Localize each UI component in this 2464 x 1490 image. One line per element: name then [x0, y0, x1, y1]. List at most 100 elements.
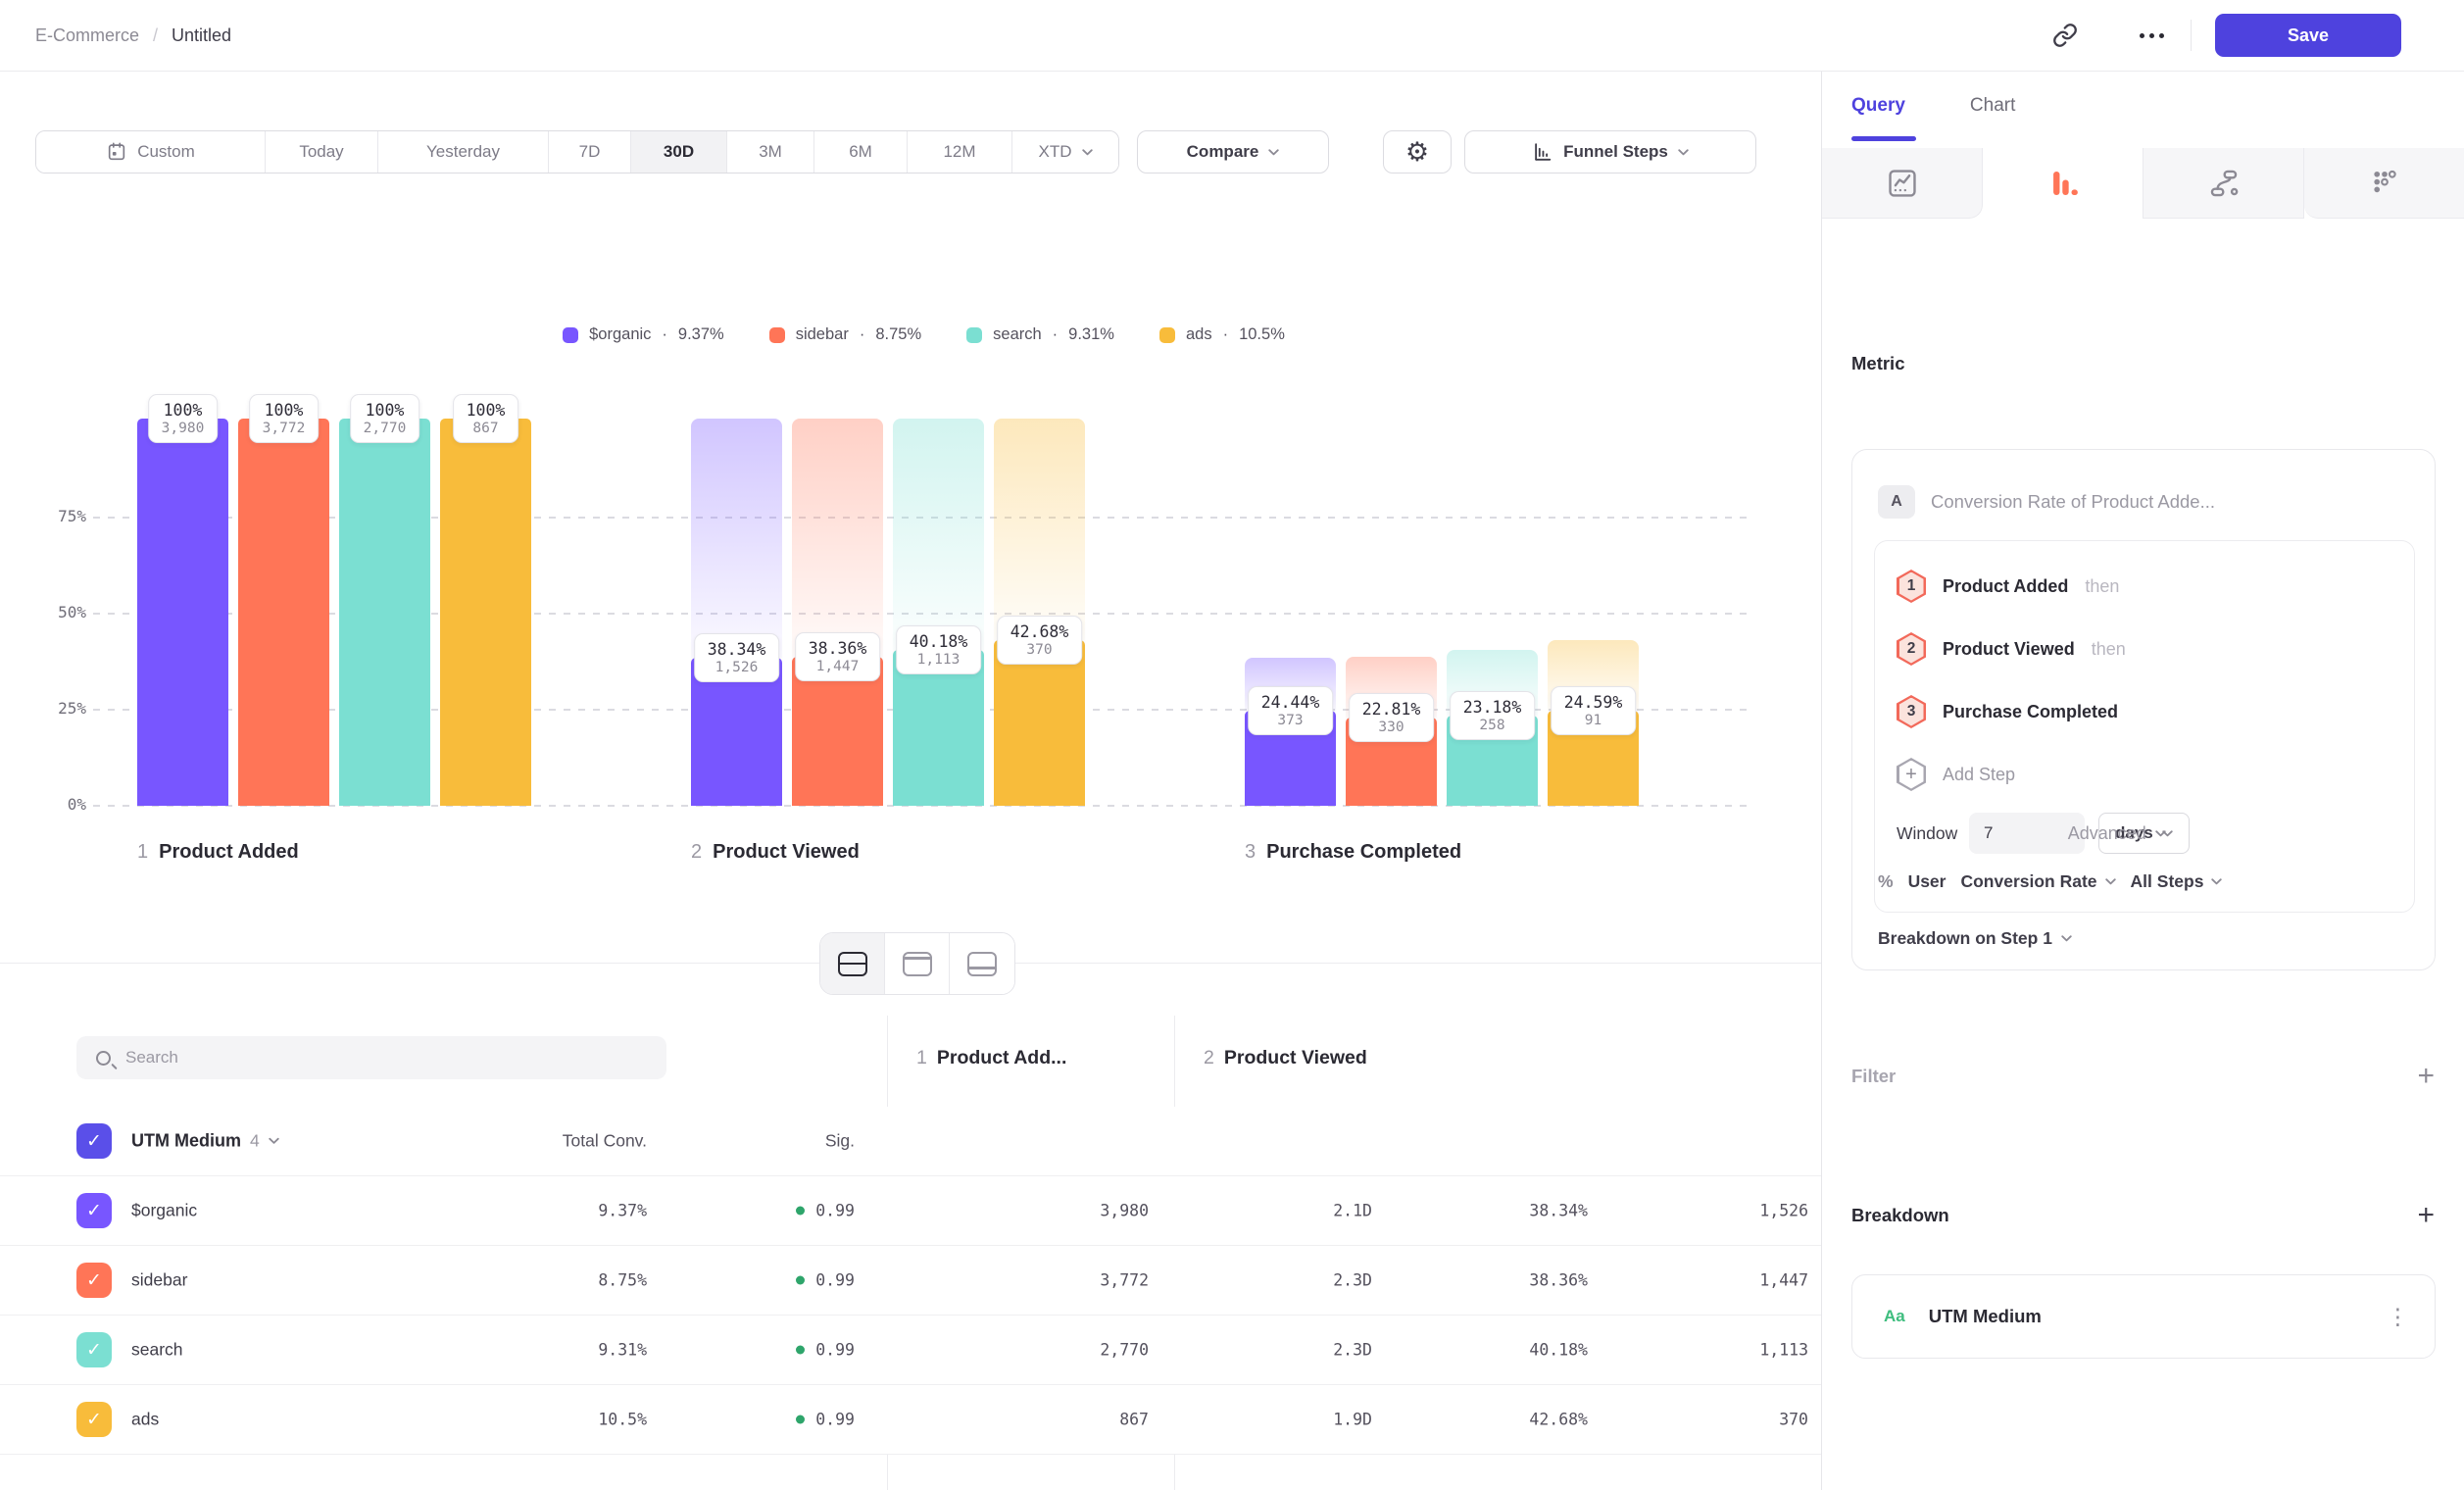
row-checkbox[interactable]: ✓ [76, 1402, 112, 1437]
table-row: ✓$organic9.37%0.993,9802.1D38.34%1,526 [0, 1176, 1821, 1246]
layout-split-button[interactable] [820, 933, 885, 994]
breakdown-on-step-select[interactable]: Breakdown on Step 1 [1878, 928, 2072, 949]
window-label: Window [1897, 823, 1969, 844]
breakdown-item-utm-medium[interactable]: Aa UTM Medium ⋮ [1851, 1274, 2436, 1359]
breadcrumb-project[interactable]: E-Commerce [35, 25, 139, 46]
add-step-button[interactable]: + Add Step [1897, 756, 2015, 793]
analysis-type-tabs [1822, 148, 2464, 219]
step1-count-cell: 3,980 [1100, 1202, 1149, 1220]
date-range-30d[interactable]: 30D [631, 131, 727, 173]
funnel-bar[interactable] [238, 419, 329, 806]
add-filter-button[interactable]: + [2417, 1062, 2435, 1091]
step-label-2: 2Product Viewed [691, 841, 860, 864]
sig-column-header[interactable]: Sig. [825, 1131, 855, 1152]
check-icon: ✓ [86, 1200, 102, 1221]
date-range-7d[interactable]: 7D [549, 131, 631, 173]
legend-item-ads[interactable]: ads·10.5% [1159, 325, 1285, 344]
tab-query[interactable]: Query [1851, 95, 1905, 117]
legend-item-sidebar[interactable]: sidebar·8.75% [769, 325, 921, 344]
retention-icon [2368, 167, 2401, 200]
chart-type-selector[interactable]: Funnel Steps [1464, 130, 1756, 174]
chart-settings-button[interactable]: ⚙ [1383, 130, 1452, 174]
date-range-yesterday[interactable]: Yesterday [378, 131, 549, 173]
select-all-checkbox[interactable]: ✓ [76, 1123, 112, 1159]
step2-conv-cell: 40.18% [1529, 1341, 1588, 1360]
bar-value-label: 23.18%258 [1450, 691, 1536, 740]
table-view-icon [967, 952, 997, 976]
group-by-control[interactable]: UTM Medium 4 [131, 1131, 279, 1152]
metric-letter-badge: A [1878, 485, 1915, 519]
step2-conv-cell: 42.68% [1529, 1411, 1588, 1429]
copy-link-button[interactable] [2044, 14, 2087, 57]
funnel-step-row-2[interactable]: 2 Product Viewed then [1897, 630, 2126, 668]
sig-dot-icon [796, 1207, 805, 1216]
check-icon: ✓ [86, 1269, 102, 1291]
layout-chart-only-button[interactable] [885, 933, 950, 994]
date-range-xtd[interactable]: XTD [1012, 131, 1118, 173]
date-range-3m[interactable]: 3M [727, 131, 814, 173]
chart-legend: $organic·9.37% sidebar·8.75% search·9.31… [93, 325, 1754, 344]
add-breakdown-button[interactable]: + [2417, 1201, 2435, 1230]
sig-cell: 0.99 [796, 1341, 855, 1360]
date-range-12m[interactable]: 12M [908, 131, 1012, 173]
table-search [76, 1036, 666, 1079]
flows-type-tab[interactable] [2144, 148, 2304, 219]
row-label: search [131, 1340, 183, 1361]
chevron-down-icon [2105, 878, 2116, 885]
step2-count-cell: 370 [1779, 1411, 1808, 1429]
active-tab-underline [1851, 136, 1916, 141]
save-button[interactable]: Save [2215, 14, 2401, 57]
measure-metric-select[interactable]: Conversion Rate [1960, 871, 2115, 892]
row-checkbox[interactable]: ✓ [76, 1263, 112, 1298]
funnel-step-row-3[interactable]: 3 Purchase Completed [1897, 693, 2135, 730]
report-title[interactable]: Untitled [172, 25, 231, 46]
row-checkbox[interactable]: ✓ [76, 1332, 112, 1367]
funnel-bar[interactable] [137, 419, 228, 806]
bar-value-label: 42.68%370 [997, 616, 1083, 665]
compare-button[interactable]: Compare [1137, 130, 1329, 174]
layout-table-only-button[interactable] [950, 933, 1014, 994]
funnel-icon [2046, 167, 2080, 200]
insights-type-tab[interactable] [1822, 148, 1983, 219]
legend-swatch [966, 327, 982, 343]
total-conv-column-header[interactable]: Total Conv. [563, 1131, 647, 1152]
row-checkbox[interactable]: ✓ [76, 1193, 112, 1228]
legend-item-search[interactable]: search·9.31% [966, 325, 1114, 344]
date-range-today[interactable]: Today [266, 131, 378, 173]
step-label-3: 3Purchase Completed [1245, 841, 1461, 864]
legend-swatch [769, 327, 785, 343]
metric-heading: Metric [1851, 353, 1905, 374]
date-range-6m[interactable]: 6M [814, 131, 908, 173]
panel-tabs: Query Chart [1851, 95, 2015, 117]
search-input[interactable] [125, 1048, 596, 1068]
funnel-bar[interactable] [339, 419, 430, 806]
y-axis-tick: 75% [14, 507, 86, 525]
chevron-down-icon [269, 1138, 279, 1145]
calendar-icon [106, 141, 127, 163]
funnel-steps-icon [1532, 141, 1553, 163]
metric-title[interactable]: Conversion Rate of Product Adde... [1931, 491, 2215, 513]
table-header-row: ✓ UTM Medium 4 Total Conv. Sig. [0, 1107, 1821, 1176]
step-number-badge: 3 [1897, 695, 1926, 728]
legend-item-organic[interactable]: $organic·9.37% [563, 325, 724, 344]
advanced-toggle[interactable]: Advanced [2068, 823, 2166, 844]
legend-swatch [1159, 327, 1175, 343]
measure-scope-select[interactable]: All Steps [2131, 871, 2223, 892]
funnel-bar[interactable] [994, 640, 1085, 806]
sig-cell: 0.99 [796, 1411, 855, 1429]
tab-chart[interactable]: Chart [1970, 95, 2015, 117]
query-panel: Query Chart [1821, 72, 2464, 1490]
funnel-bar[interactable] [440, 419, 531, 806]
funnels-type-tab[interactable] [1983, 148, 2144, 219]
funnel-ghost-bar [994, 419, 1085, 640]
retention-type-tab[interactable] [2304, 148, 2464, 219]
table-step2-header: 2Product Viewed [1204, 1047, 1367, 1069]
date-range-custom[interactable]: Custom [36, 131, 266, 173]
funnel-step-row-1[interactable]: 1 Product Added then [1897, 568, 2119, 605]
more-options-button[interactable] [2130, 14, 2173, 57]
kebab-menu-icon[interactable]: ⋮ [2387, 1304, 2409, 1330]
measure-entity[interactable]: User [1908, 871, 1947, 892]
table-row: ✓sidebar8.75%0.993,7722.3D38.36%1,447 [0, 1246, 1821, 1316]
step2-duration-cell: 1.9D [1333, 1411, 1372, 1429]
legend-swatch [563, 327, 578, 343]
